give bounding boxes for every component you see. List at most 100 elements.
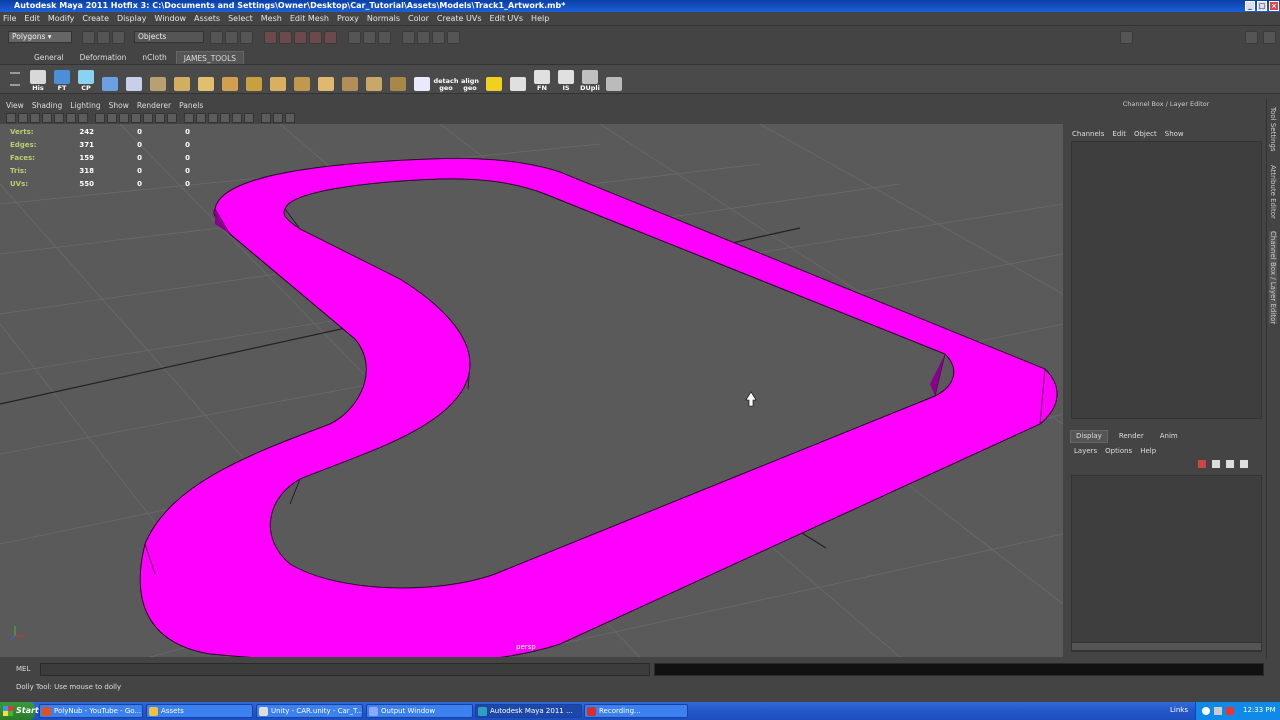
unfold-icon[interactable] bbox=[363, 66, 385, 92]
uv-icon-1[interactable] bbox=[171, 66, 193, 92]
toggle-channel-box-icon[interactable] bbox=[1263, 30, 1276, 44]
unity-icon[interactable] bbox=[507, 66, 529, 92]
lights-icon[interactable] bbox=[143, 113, 153, 123]
menu-normals[interactable]: Normals bbox=[367, 14, 400, 23]
menu-file[interactable]: File bbox=[3, 14, 16, 23]
side-tab-tool-settings[interactable]: Tool Settings bbox=[1269, 107, 1277, 152]
cb-menu-edit[interactable]: Edit bbox=[1112, 130, 1126, 138]
dupli-icon[interactable]: DUpli bbox=[579, 66, 601, 92]
channel-list-area[interactable] bbox=[1071, 141, 1262, 419]
detach-geo-icon[interactable]: detach geo bbox=[433, 66, 459, 92]
command-input[interactable] bbox=[40, 662, 650, 676]
hypershade-icon[interactable] bbox=[447, 30, 460, 44]
uv-icon-4[interactable] bbox=[243, 66, 265, 92]
layer-menu-layers[interactable]: Layers bbox=[1074, 447, 1097, 455]
open-scene-icon[interactable] bbox=[97, 30, 110, 44]
side-tab-channel-box[interactable]: Channel Box / Layer Editor bbox=[1269, 231, 1277, 325]
task-unity[interactable]: Unity - CAR.unity - Car_T... bbox=[256, 704, 363, 718]
ipr-render-icon[interactable] bbox=[417, 30, 430, 44]
menu-proxy[interactable]: Proxy bbox=[337, 14, 359, 23]
move-layer-up-icon[interactable] bbox=[1226, 460, 1234, 468]
cb-menu-channels[interactable]: Channels bbox=[1072, 130, 1104, 138]
uv-icon-3[interactable] bbox=[219, 66, 241, 92]
new-scene-icon[interactable] bbox=[82, 30, 95, 44]
move-layer-down-icon[interactable] bbox=[1240, 460, 1248, 468]
shelf-tab-deformation[interactable]: Deformation bbox=[73, 51, 134, 64]
shadows-icon[interactable] bbox=[155, 113, 165, 123]
is-icon[interactable]: IS bbox=[555, 66, 577, 92]
align-geo-icon[interactable]: align geo bbox=[459, 66, 481, 92]
vp-menu-renderer[interactable]: Renderer bbox=[137, 101, 171, 110]
hud-toggle-icon[interactable] bbox=[261, 113, 271, 123]
wire-on-shaded-icon[interactable] bbox=[119, 113, 129, 123]
cp-icon[interactable]: CP bbox=[75, 66, 97, 92]
grid-toggle-icon[interactable] bbox=[54, 113, 64, 123]
plane-icon[interactable] bbox=[339, 66, 361, 92]
menu-assets[interactable]: Assets bbox=[194, 14, 220, 23]
security-icon[interactable] bbox=[1226, 707, 1234, 715]
default-light-icon[interactable] bbox=[244, 113, 254, 123]
snap-live-icon[interactable] bbox=[324, 30, 337, 44]
maximize-button[interactable]: □ bbox=[1257, 1, 1267, 11]
uv-icon-2[interactable] bbox=[195, 66, 217, 92]
snap-grid-icon[interactable] bbox=[264, 30, 277, 44]
resolution-gate-icon[interactable] bbox=[78, 113, 88, 123]
layer-tab-anim[interactable]: Anim bbox=[1155, 431, 1183, 442]
cb-menu-show[interactable]: Show bbox=[1165, 130, 1184, 138]
menu-color[interactable]: Color bbox=[408, 14, 429, 23]
close-button[interactable]: × bbox=[1269, 1, 1279, 11]
pin-icon[interactable] bbox=[387, 66, 409, 92]
history-icon[interactable] bbox=[348, 30, 361, 44]
backface-icon[interactable] bbox=[220, 113, 230, 123]
task-assets[interactable]: Assets bbox=[146, 704, 253, 718]
his-icon[interactable]: His bbox=[27, 66, 49, 92]
clock[interactable]: 12:33 PM bbox=[1243, 706, 1276, 714]
toggle-attribute-editor-icon[interactable] bbox=[1120, 30, 1133, 44]
race-track-mesh[interactable] bbox=[139, 157, 1058, 657]
vp-menu-shading[interactable]: Shading bbox=[32, 101, 62, 110]
new-layer-icon[interactable] bbox=[1212, 460, 1220, 468]
mode-dropdown[interactable]: Polygons ▾ bbox=[8, 31, 72, 43]
wireframe-icon[interactable] bbox=[95, 113, 105, 123]
fn-icon[interactable]: FN bbox=[531, 66, 553, 92]
layer-tab-display[interactable]: Display bbox=[1070, 429, 1108, 443]
start-button[interactable]: Start bbox=[0, 702, 39, 720]
render-frame-icon[interactable] bbox=[402, 30, 415, 44]
uv-icon-5[interactable] bbox=[267, 66, 289, 92]
selection-mode-field[interactable]: Objects bbox=[134, 31, 204, 43]
camera-attr-icon[interactable] bbox=[18, 113, 28, 123]
bookmark-icon[interactable] bbox=[30, 113, 40, 123]
cb-menu-object[interactable]: Object bbox=[1134, 130, 1157, 138]
layer-scrollbar[interactable] bbox=[1071, 642, 1262, 651]
menu-create[interactable]: Create bbox=[82, 14, 109, 23]
xray-joints-icon[interactable] bbox=[208, 113, 218, 123]
snap-point-icon[interactable] bbox=[294, 30, 307, 44]
menu-edit[interactable]: Edit bbox=[24, 14, 40, 23]
cone-icon[interactable] bbox=[123, 66, 145, 92]
xray-icon[interactable] bbox=[196, 113, 206, 123]
smooth-shade-icon[interactable] bbox=[107, 113, 117, 123]
task-autodesk-maya[interactable]: Autodesk Maya 2011 ... bbox=[475, 704, 582, 718]
menu-window[interactable]: Window bbox=[155, 14, 187, 23]
vp-menu-panels[interactable]: Panels bbox=[179, 101, 203, 110]
toggle-tool-settings-icon[interactable] bbox=[1245, 30, 1258, 44]
image-plane-icon[interactable] bbox=[42, 113, 52, 123]
render-settings-icon[interactable] bbox=[432, 30, 445, 44]
light-sphere-icon[interactable] bbox=[232, 113, 242, 123]
select-object-icon[interactable] bbox=[225, 30, 238, 44]
menu-display[interactable]: Display bbox=[117, 14, 147, 23]
menu-select[interactable]: Select bbox=[228, 14, 253, 23]
perspective-viewport[interactable]: Verts: 242 0 0 Edges: 371 0 0 Faces: 159 0 0 Tris: 31… bbox=[0, 124, 1063, 657]
shelf-menu-icon[interactable] bbox=[10, 72, 20, 86]
isolate-icon[interactable] bbox=[184, 113, 194, 123]
select-camera-icon[interactable] bbox=[273, 113, 283, 123]
tool-icon[interactable] bbox=[603, 66, 625, 92]
shelf-tab-ncloth[interactable]: nCloth bbox=[135, 51, 173, 64]
uv-icon-6[interactable] bbox=[291, 66, 313, 92]
network-icon[interactable] bbox=[1202, 707, 1210, 715]
snap-curve-icon[interactable] bbox=[279, 30, 292, 44]
textured-icon[interactable] bbox=[131, 113, 141, 123]
uv-icon-7[interactable] bbox=[315, 66, 337, 92]
scene-canvas[interactable] bbox=[0, 124, 1063, 657]
input-icon[interactable] bbox=[378, 30, 391, 44]
